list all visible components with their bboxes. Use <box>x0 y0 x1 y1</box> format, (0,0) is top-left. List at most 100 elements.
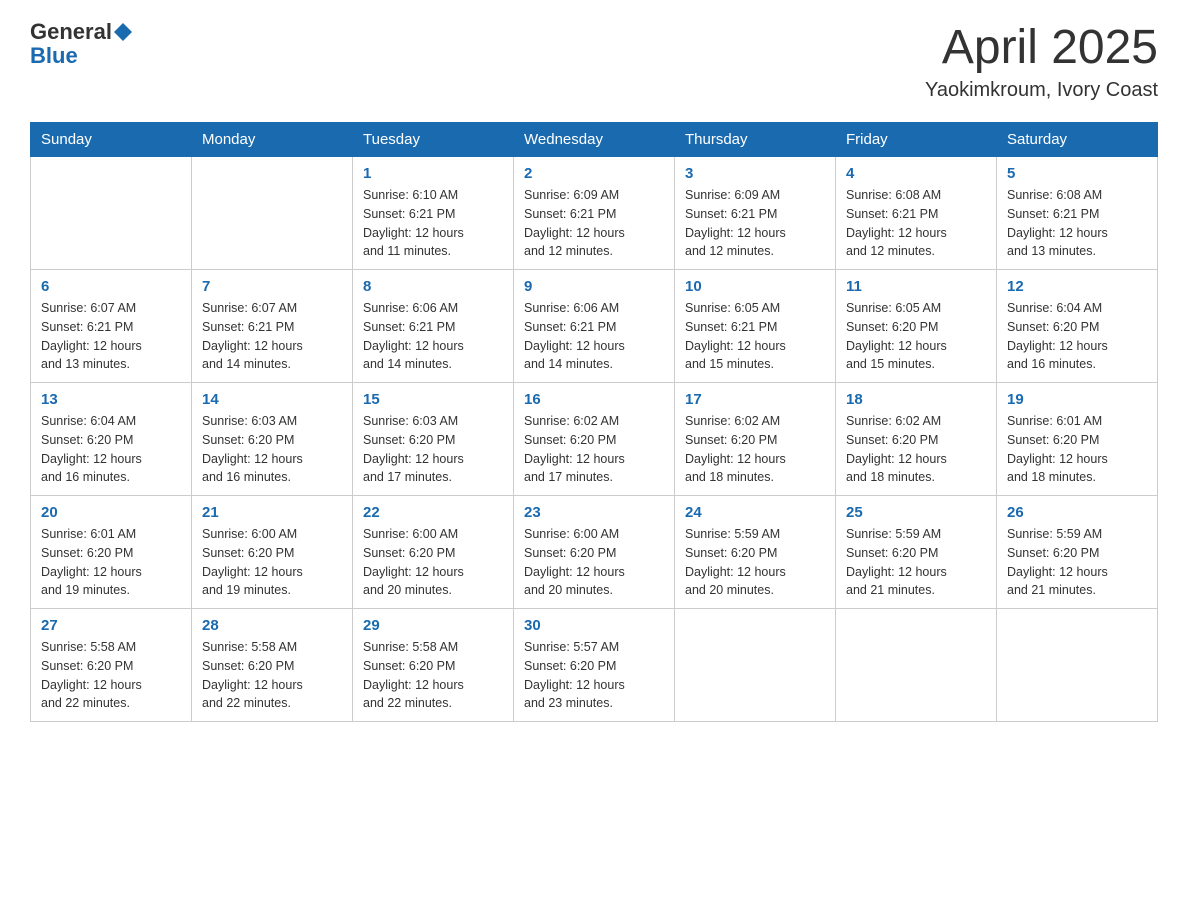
calendar-cell: 27 Sunrise: 5:58 AM Sunset: 6:20 PM Dayli… <box>31 609 192 722</box>
day-info: Sunrise: 6:03 AM Sunset: 6:20 PM Dayligh… <box>363 412 503 487</box>
calendar-cell <box>192 157 353 270</box>
calendar-cell: 30 Sunrise: 5:57 AM Sunset: 6:20 PM Dayli… <box>514 609 675 722</box>
day-info: Sunrise: 6:05 AM Sunset: 6:21 PM Dayligh… <box>685 299 825 374</box>
day-number: 10 <box>685 278 825 295</box>
day-number: 15 <box>363 391 503 408</box>
weekday-header-row: SundayMondayTuesdayWednesdayThursdayFrid… <box>31 123 1158 157</box>
day-number: 30 <box>524 617 664 634</box>
day-number: 1 <box>363 165 503 182</box>
weekday-header-thursday: Thursday <box>675 123 836 157</box>
calendar-cell: 15 Sunrise: 6:03 AM Sunset: 6:20 PM Dayli… <box>353 383 514 496</box>
calendar-cell: 3Sunrise: 6:09 AM Sunset: 6:21 PM Daylig… <box>675 157 836 270</box>
day-info: Sunrise: 6:07 AM Sunset: 6:21 PM Dayligh… <box>41 299 181 374</box>
day-number: 4 <box>846 165 986 182</box>
calendar-cell: 2 Sunrise: 6:09 AM Sunset: 6:21 PM Daylig… <box>514 157 675 270</box>
weekday-header-sunday: Sunday <box>31 123 192 157</box>
day-info: Sunrise: 6:10 AM Sunset: 6:21 PM Dayligh… <box>363 186 503 261</box>
title-block: April 2025 Yaokimkroum, Ivory Coast <box>925 20 1158 102</box>
day-info: Sunrise: 6:05 AM Sunset: 6:20 PM Dayligh… <box>846 299 986 374</box>
calendar-cell <box>997 609 1158 722</box>
day-number: 16 <box>524 391 664 408</box>
day-info: Sunrise: 5:58 AM Sunset: 6:20 PM Dayligh… <box>363 638 503 713</box>
calendar-cell: 11 Sunrise: 6:05 AM Sunset: 6:20 PM Dayli… <box>836 270 997 383</box>
calendar-cell: 18Sunrise: 6:02 AM Sunset: 6:20 PM Dayli… <box>836 383 997 496</box>
calendar-cell: 23 Sunrise: 6:00 AM Sunset: 6:20 PM Dayli… <box>514 496 675 609</box>
day-info: Sunrise: 6:04 AM Sunset: 6:20 PM Dayligh… <box>1007 299 1147 374</box>
day-number: 7 <box>202 278 342 295</box>
day-info: Sunrise: 6:04 AM Sunset: 6:20 PM Dayligh… <box>41 412 181 487</box>
day-info: Sunrise: 6:08 AM Sunset: 6:21 PM Dayligh… <box>846 186 986 261</box>
day-info: Sunrise: 6:08 AM Sunset: 6:21 PM Dayligh… <box>1007 186 1147 261</box>
day-info: Sunrise: 5:57 AM Sunset: 6:20 PM Dayligh… <box>524 638 664 713</box>
day-number: 6 <box>41 278 181 295</box>
day-number: 3 <box>685 165 825 182</box>
day-info: Sunrise: 6:02 AM Sunset: 6:20 PM Dayligh… <box>524 412 664 487</box>
day-info: Sunrise: 5:58 AM Sunset: 6:20 PM Dayligh… <box>41 638 181 713</box>
weekday-header-monday: Monday <box>192 123 353 157</box>
calendar-subtitle: Yaokimkroum, Ivory Coast <box>925 79 1158 102</box>
calendar-cell: 13 Sunrise: 6:04 AM Sunset: 6:20 PM Dayli… <box>31 383 192 496</box>
calendar-cell: 6 Sunrise: 6:07 AM Sunset: 6:21 PM Daylig… <box>31 270 192 383</box>
day-number: 19 <box>1007 391 1147 408</box>
calendar-cell: 29Sunrise: 5:58 AM Sunset: 6:20 PM Dayli… <box>353 609 514 722</box>
logo: General Blue <box>30 20 132 68</box>
day-number: 9 <box>524 278 664 295</box>
calendar-cell: 12Sunrise: 6:04 AM Sunset: 6:20 PM Dayli… <box>997 270 1158 383</box>
page-header: General Blue April 2025 Yaokimkroum, Ivo… <box>30 20 1158 102</box>
day-number: 20 <box>41 504 181 521</box>
calendar-table: SundayMondayTuesdayWednesdayThursdayFrid… <box>30 122 1158 722</box>
calendar-cell: 21 Sunrise: 6:00 AM Sunset: 6:20 PM Dayli… <box>192 496 353 609</box>
day-info: Sunrise: 6:01 AM Sunset: 6:20 PM Dayligh… <box>1007 412 1147 487</box>
day-info: Sunrise: 5:59 AM Sunset: 6:20 PM Dayligh… <box>846 525 986 600</box>
day-number: 22 <box>363 504 503 521</box>
day-info: Sunrise: 5:59 AM Sunset: 6:20 PM Dayligh… <box>685 525 825 600</box>
calendar-cell: 7 Sunrise: 6:07 AM Sunset: 6:21 PM Daylig… <box>192 270 353 383</box>
week-row-4: 20 Sunrise: 6:01 AM Sunset: 6:20 PM Dayli… <box>31 496 1158 609</box>
calendar-cell <box>836 609 997 722</box>
day-number: 28 <box>202 617 342 634</box>
day-info: Sunrise: 6:06 AM Sunset: 6:21 PM Dayligh… <box>363 299 503 374</box>
day-info: Sunrise: 5:59 AM Sunset: 6:20 PM Dayligh… <box>1007 525 1147 600</box>
day-number: 2 <box>524 165 664 182</box>
calendar-cell: 9Sunrise: 6:06 AM Sunset: 6:21 PM Daylig… <box>514 270 675 383</box>
weekday-header-saturday: Saturday <box>997 123 1158 157</box>
calendar-cell <box>31 157 192 270</box>
week-row-1: 1 Sunrise: 6:10 AM Sunset: 6:21 PM Daylig… <box>31 157 1158 270</box>
calendar-cell: 20 Sunrise: 6:01 AM Sunset: 6:20 PM Dayli… <box>31 496 192 609</box>
day-number: 17 <box>685 391 825 408</box>
calendar-cell: 14Sunrise: 6:03 AM Sunset: 6:20 PM Dayli… <box>192 383 353 496</box>
calendar-cell: 1 Sunrise: 6:10 AM Sunset: 6:21 PM Daylig… <box>353 157 514 270</box>
day-number: 8 <box>363 278 503 295</box>
day-number: 5 <box>1007 165 1147 182</box>
weekday-header-friday: Friday <box>836 123 997 157</box>
calendar-cell <box>675 609 836 722</box>
week-row-3: 13 Sunrise: 6:04 AM Sunset: 6:20 PM Dayli… <box>31 383 1158 496</box>
day-info: Sunrise: 6:00 AM Sunset: 6:20 PM Dayligh… <box>363 525 503 600</box>
weekday-header-wednesday: Wednesday <box>514 123 675 157</box>
calendar-cell: 19 Sunrise: 6:01 AM Sunset: 6:20 PM Dayli… <box>997 383 1158 496</box>
day-info: Sunrise: 6:00 AM Sunset: 6:20 PM Dayligh… <box>202 525 342 600</box>
day-info: Sunrise: 5:58 AM Sunset: 6:20 PM Dayligh… <box>202 638 342 713</box>
day-info: Sunrise: 6:01 AM Sunset: 6:20 PM Dayligh… <box>41 525 181 600</box>
day-number: 14 <box>202 391 342 408</box>
calendar-cell: 8 Sunrise: 6:06 AM Sunset: 6:21 PM Daylig… <box>353 270 514 383</box>
weekday-header-tuesday: Tuesday <box>353 123 514 157</box>
day-number: 26 <box>1007 504 1147 521</box>
calendar-cell: 25 Sunrise: 5:59 AM Sunset: 6:20 PM Dayli… <box>836 496 997 609</box>
day-info: Sunrise: 6:07 AM Sunset: 6:21 PM Dayligh… <box>202 299 342 374</box>
day-number: 23 <box>524 504 664 521</box>
day-info: Sunrise: 6:02 AM Sunset: 6:20 PM Dayligh… <box>685 412 825 487</box>
day-number: 11 <box>846 278 986 295</box>
calendar-cell: 17 Sunrise: 6:02 AM Sunset: 6:20 PM Dayli… <box>675 383 836 496</box>
day-info: Sunrise: 6:09 AM Sunset: 6:21 PM Dayligh… <box>524 186 664 261</box>
calendar-cell: 10 Sunrise: 6:05 AM Sunset: 6:21 PM Dayli… <box>675 270 836 383</box>
day-number: 18 <box>846 391 986 408</box>
day-info: Sunrise: 6:00 AM Sunset: 6:20 PM Dayligh… <box>524 525 664 600</box>
calendar-cell: 24 Sunrise: 5:59 AM Sunset: 6:20 PM Dayli… <box>675 496 836 609</box>
day-number: 24 <box>685 504 825 521</box>
day-number: 27 <box>41 617 181 634</box>
calendar-cell: 28 Sunrise: 5:58 AM Sunset: 6:20 PM Dayli… <box>192 609 353 722</box>
day-number: 21 <box>202 504 342 521</box>
day-number: 13 <box>41 391 181 408</box>
day-number: 25 <box>846 504 986 521</box>
